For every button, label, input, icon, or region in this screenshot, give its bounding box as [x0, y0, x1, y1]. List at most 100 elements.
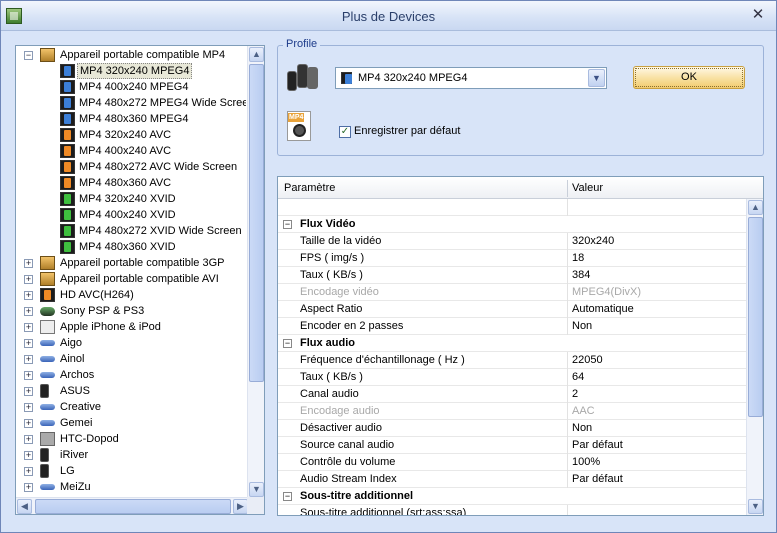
tree-item[interactable]: + iRiver — [16, 447, 246, 463]
parameter-value[interactable]: Non — [572, 420, 592, 436]
tree-item[interactable]: + Gemei — [16, 415, 246, 431]
scroll-up-button[interactable]: ▲ — [249, 47, 264, 62]
collapse-icon[interactable]: − — [283, 492, 292, 501]
grid-category-row[interactable]: − Flux audio — [278, 335, 746, 352]
parameter-value[interactable]: 64 — [572, 369, 584, 385]
expand-icon[interactable]: + — [24, 483, 33, 492]
tree-item[interactable]: MP4 400x240 MPEG4 — [16, 79, 246, 95]
collapse-icon[interactable]: − — [283, 220, 292, 229]
grid-scroll-thumb[interactable] — [748, 217, 763, 417]
tree-item[interactable]: MP4 480x360 AVC — [16, 175, 246, 191]
grid-row[interactable] — [278, 199, 746, 216]
tree-item[interactable]: MP4 320x240 AVC — [16, 127, 246, 143]
grid-row[interactable]: Taux ( KB/s ) 384 — [278, 267, 746, 284]
tree-item[interactable]: MP4 320x240 MPEG4 — [16, 63, 246, 79]
scroll-down-button[interactable]: ▼ — [249, 482, 264, 497]
grid-row[interactable]: FPS ( img/s ) 18 — [278, 250, 746, 267]
grid-row[interactable]: Source canal audio Par défaut — [278, 437, 746, 454]
expand-icon[interactable]: + — [24, 435, 33, 444]
parameter-value[interactable]: Non — [572, 318, 592, 334]
scroll-up-button[interactable]: ▲ — [748, 200, 763, 215]
save-default-checkbox[interactable]: ✓ — [339, 126, 351, 138]
tree-item[interactable]: + Aigo — [16, 335, 246, 351]
parameter-value[interactable]: 22050 — [572, 352, 603, 368]
parameter-value[interactable]: Par défaut — [572, 471, 623, 487]
grid-row[interactable]: Audio Stream Index Par défaut — [278, 471, 746, 488]
grid-row[interactable]: Fréquence d'échantillonage ( Hz ) 22050 — [278, 352, 746, 369]
tree-item[interactable]: + Creative — [16, 399, 246, 415]
parameter-value[interactable]: Automatique — [572, 301, 634, 317]
expand-icon[interactable]: + — [24, 419, 33, 428]
expand-icon[interactable]: + — [24, 451, 33, 460]
scroll-left-button[interactable]: ◀ — [17, 499, 32, 514]
tree-item[interactable]: MP4 480x272 MPEG4 Wide Screen — [16, 95, 246, 111]
expand-icon[interactable]: + — [24, 387, 33, 396]
expand-icon[interactable]: + — [24, 371, 33, 380]
tree-scroll-thumb[interactable] — [249, 64, 264, 382]
expand-icon[interactable]: + — [24, 259, 33, 268]
tree-item[interactable]: + Appareil portable compatible AVI — [16, 271, 246, 287]
tree-item[interactable]: + HTC-Dopod — [16, 431, 246, 447]
expand-icon[interactable]: + — [24, 339, 33, 348]
tree-vertical-scrollbar[interactable]: ▲ ▼ — [247, 46, 264, 498]
tree-item-label: iRiver — [60, 449, 89, 461]
tree-item[interactable]: MP4 480x360 XVID — [16, 239, 246, 255]
scroll-right-button[interactable]: ▶ — [233, 499, 248, 514]
parameter-value[interactable]: 320x240 — [572, 233, 614, 249]
tree-item[interactable]: + Apple iPhone & iPod — [16, 319, 246, 335]
tree-item[interactable]: + Appareil portable compatible 3GP — [16, 255, 246, 271]
close-button[interactable]: ✕ — [749, 7, 767, 25]
tree-item[interactable]: + Ainol — [16, 351, 246, 367]
tree-item[interactable]: − Appareil portable compatible MP4 — [16, 47, 246, 63]
grid-vertical-scrollbar[interactable]: ▲ ▼ — [746, 199, 763, 515]
grid-row[interactable]: Encodage audio AAC — [278, 403, 746, 420]
tree-item[interactable]: MP4 320x240 XVID — [16, 191, 246, 207]
parameter-value[interactable]: 384 — [572, 267, 590, 283]
grid-row[interactable]: Encoder en 2 passes Non — [278, 318, 746, 335]
tree-item[interactable]: MP4 400x240 AVC — [16, 143, 246, 159]
expand-icon[interactable]: + — [24, 323, 33, 332]
tree-item[interactable]: + Sony PSP & PS3 — [16, 303, 246, 319]
collapse-icon[interactable]: − — [24, 51, 33, 60]
scroll-down-button[interactable]: ▼ — [748, 499, 763, 514]
tree-hscroll-thumb[interactable] — [35, 499, 231, 514]
tree-item[interactable]: + Archos — [16, 367, 246, 383]
parameter-value[interactable]: Par défaut — [572, 437, 623, 453]
tree-item[interactable]: MP4 480x272 XVID Wide Screen — [16, 223, 246, 239]
tree-item[interactable]: + LG — [16, 463, 246, 479]
tree-item[interactable]: + HD AVC(H264) — [16, 287, 246, 303]
tree-item[interactable]: + ASUS — [16, 383, 246, 399]
title-bar[interactable]: Plus de Devices ✕ — [1, 1, 776, 31]
save-default-label[interactable]: Enregistrer par défaut — [354, 125, 460, 137]
parameter-value[interactable]: 18 — [572, 250, 584, 266]
profile-select[interactable]: MP4 320x240 MPEG4 ▼ — [335, 67, 607, 89]
chevron-down-icon[interactable]: ▼ — [588, 69, 605, 87]
parameter-value[interactable]: 2 — [572, 386, 578, 402]
parameter-value[interactable]: 100% — [572, 454, 600, 470]
expand-icon[interactable]: + — [24, 467, 33, 476]
collapse-icon[interactable]: − — [283, 339, 292, 348]
grid-row[interactable]: Encodage vidéo MPEG4(DivX) — [278, 284, 746, 301]
grid-row[interactable]: Sous-titre additionnel (srt;ass;ssa) — [278, 505, 746, 515]
grid-row[interactable]: Aspect Ratio Automatique — [278, 301, 746, 318]
expand-icon[interactable]: + — [24, 291, 33, 300]
tree-item[interactable]: MP4 480x272 AVC Wide Screen — [16, 159, 246, 175]
column-header-parameter[interactable]: Paramètre — [284, 182, 335, 194]
ok-button[interactable]: OK — [633, 66, 745, 89]
grid-row[interactable]: Taille de la vidéo 320x240 — [278, 233, 746, 250]
tree-item[interactable]: MP4 400x240 XVID — [16, 207, 246, 223]
expand-icon[interactable]: + — [24, 403, 33, 412]
grid-row[interactable]: Taux ( KB/s ) 64 — [278, 369, 746, 386]
tree-horizontal-scrollbar[interactable]: ◀ ▶ — [16, 497, 248, 514]
grid-row[interactable]: Désactiver audio Non — [278, 420, 746, 437]
column-header-value[interactable]: Valeur — [572, 182, 603, 194]
grid-row[interactable]: Contrôle du volume 100% — [278, 454, 746, 471]
tree-item[interactable]: MP4 480x360 MPEG4 — [16, 111, 246, 127]
tree-item[interactable]: + MeiZu — [16, 479, 246, 495]
grid-row[interactable]: Canal audio 2 — [278, 386, 746, 403]
expand-icon[interactable]: + — [24, 355, 33, 364]
grid-category-row[interactable]: − Sous-titre additionnel — [278, 488, 746, 505]
expand-icon[interactable]: + — [24, 275, 33, 284]
grid-category-row[interactable]: − Flux Vidéo — [278, 216, 746, 233]
expand-icon[interactable]: + — [24, 307, 33, 316]
